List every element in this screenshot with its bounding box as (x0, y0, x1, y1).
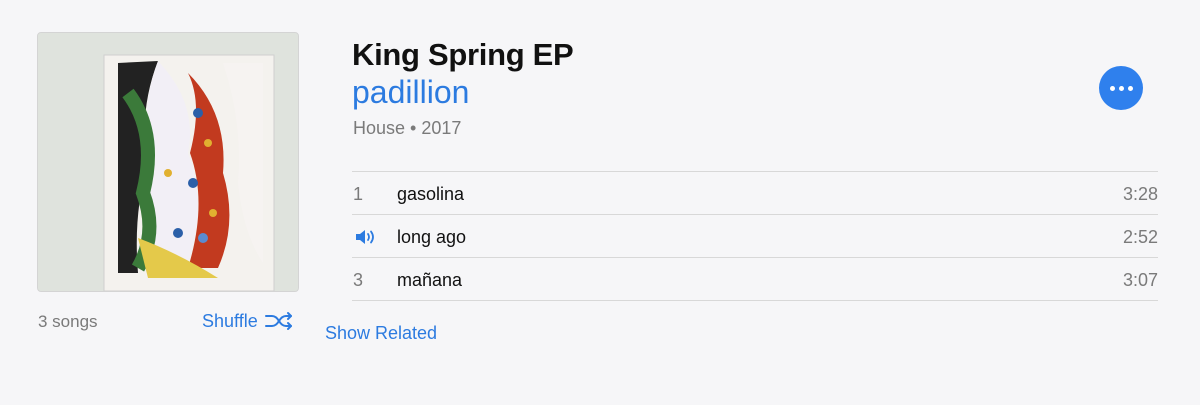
ellipsis-dot (1118, 85, 1124, 91)
track-duration: 2:52 (1122, 227, 1158, 247)
track-title: long ago (397, 227, 467, 247)
track-title: gasolina (397, 184, 465, 204)
track-row[interactable]: 3 mañana 3:07 (352, 258, 1158, 301)
artist-link[interactable]: padillion (352, 74, 469, 111)
track-list: 1 gasolina 3:28 long ago 2:52 3 mañana 3… (352, 171, 1158, 301)
ellipsis-icon (1109, 85, 1115, 91)
track-row[interactable]: 1 gasolina 3:28 (352, 172, 1158, 215)
track-title: mañana (397, 270, 463, 290)
shuffle-label: Shuffle (202, 310, 258, 331)
album-artwork[interactable] (37, 32, 299, 292)
shuffle-button[interactable]: Shuffle (202, 310, 294, 332)
album-title: King Spring EP (352, 37, 574, 72)
shuffle-icon (264, 312, 292, 330)
track-number: 1 (353, 184, 364, 204)
track-row-playing[interactable]: long ago 2:52 (352, 215, 1158, 258)
track-duration: 3:07 (1122, 270, 1158, 290)
album-meta: House • 2017 (353, 118, 462, 138)
track-duration: 3:28 (1122, 184, 1158, 204)
show-related-link[interactable]: Show Related (325, 323, 437, 344)
ellipsis-dot (1127, 85, 1133, 91)
more-options-button[interactable] (1099, 66, 1143, 110)
speaker-icon (356, 230, 374, 244)
track-number: 3 (353, 270, 364, 290)
song-count: 3 songs (38, 312, 98, 331)
